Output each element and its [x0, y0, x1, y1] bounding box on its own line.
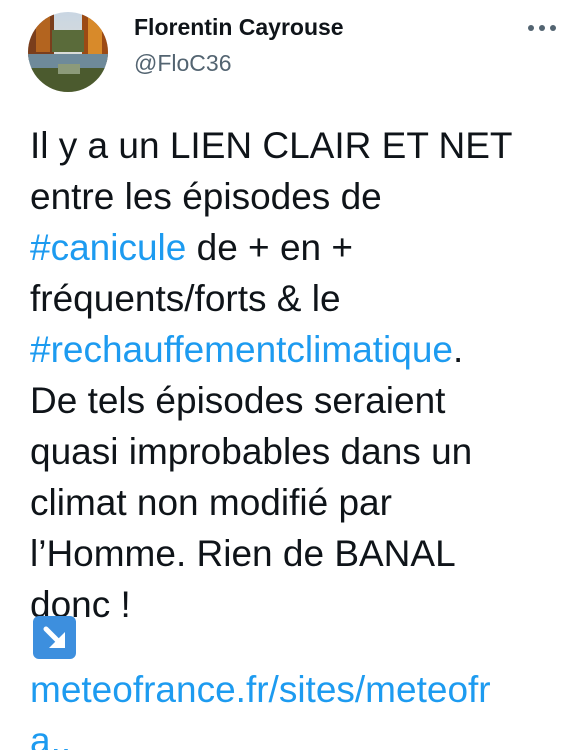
link-line[interactable]: a.. [30, 715, 575, 750]
tweet-line-with-hashtag: #canicule de + en + [30, 222, 570, 273]
avatar-image [28, 12, 108, 92]
author-name[interactable]: Florentin Cayrouse [134, 14, 344, 41]
more-horizontal-icon [528, 25, 556, 31]
tweet-line: Il y a un LIEN CLAIR ET NET [30, 125, 513, 166]
tweet-line-with-hashtag: #rechauffementclimatique. [30, 324, 570, 375]
avatar[interactable] [28, 12, 108, 92]
tweet-line: quasi improbables dans un [30, 431, 473, 472]
tweet-line: donc ! [30, 584, 131, 625]
link-line[interactable]: meteofrance.fr/sites/meteofr [30, 664, 575, 715]
tweet-text-fragment: . [453, 329, 464, 370]
hashtag-canicule[interactable]: #canicule [30, 227, 186, 268]
tweet-line: fréquents/forts & le [30, 278, 341, 319]
tweet-line: entre les épisodes de [30, 176, 382, 217]
more-options-button[interactable] [522, 16, 562, 40]
tweet-line: l’Homme. Rien de BANAL [30, 533, 456, 574]
tweet-text: Il y a un LIEN CLAIR ET NET entre les ép… [30, 120, 570, 630]
arrow-down-right-icon [43, 626, 65, 648]
tweet-line: De tels épisodes seraient [30, 380, 446, 421]
author-handle[interactable]: @FloC36 [134, 50, 232, 77]
tweet-line: climat non modifié par [30, 482, 392, 523]
tweet-text-fragment: de + en + [186, 227, 353, 268]
arrow-down-right-emoji-icon [33, 616, 76, 659]
meteofrance-link[interactable]: meteofrance.fr/sites/meteofr a.. [30, 664, 575, 750]
tweet: Florentin Cayrouse @FloC36 Il y a un LIE… [0, 0, 583, 750]
tweet-header: Florentin Cayrouse @FloC36 [0, 0, 583, 100]
hashtag-rechauffementclimatique[interactable]: #rechauffementclimatique [30, 329, 453, 370]
